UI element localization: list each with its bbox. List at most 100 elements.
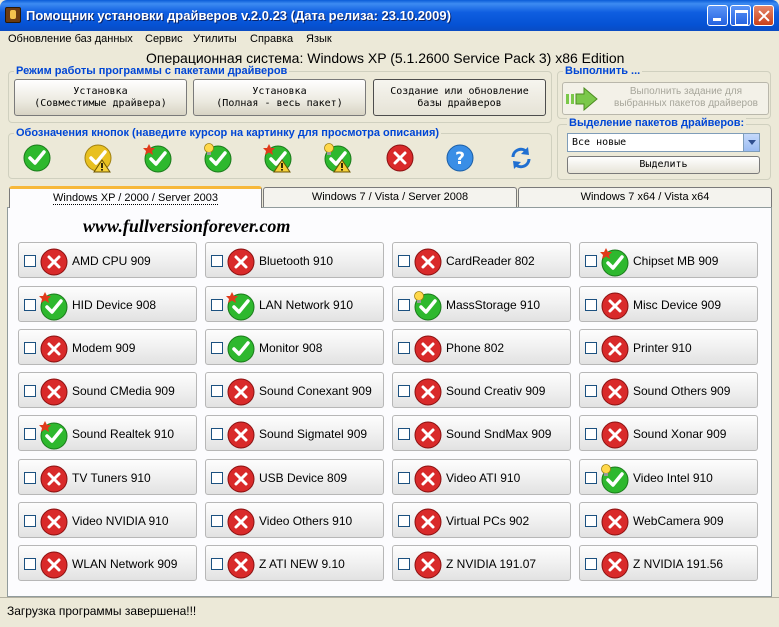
package-checkbox[interactable] — [211, 255, 223, 267]
package-checkbox[interactable] — [24, 299, 36, 311]
package-button[interactable]: WLAN Network 909 — [18, 545, 197, 581]
package-button[interactable]: MassStorage 910 — [392, 286, 571, 322]
package-button[interactable]: Bluetooth 910 — [205, 242, 384, 278]
package-checkbox[interactable] — [24, 428, 36, 440]
check-new-warning-icon[interactable] — [263, 143, 293, 173]
package-button[interactable]: Video ATI 910 — [392, 459, 571, 495]
check-bulb-icon[interactable] — [203, 143, 233, 173]
check-bulb-warning-icon[interactable] — [323, 143, 353, 173]
package-checkbox[interactable] — [24, 342, 36, 354]
package-checkbox[interactable] — [24, 515, 36, 527]
package-button[interactable]: CardReader 802 — [392, 242, 571, 278]
minimize-button[interactable] — [707, 5, 728, 26]
package-checkbox[interactable] — [398, 428, 410, 440]
package-button[interactable]: USB Device 809 — [205, 459, 384, 495]
tab-windows-7-x64[interactable]: Windows 7 x64 / Vista x64 — [518, 187, 772, 207]
package-checkbox[interactable] — [24, 385, 36, 397]
package-checkbox[interactable] — [211, 558, 223, 570]
package-checkbox[interactable] — [398, 342, 410, 354]
package-checkbox[interactable] — [585, 255, 597, 267]
package-checkbox[interactable] — [211, 515, 223, 527]
package-button[interactable]: Chipset MB 909 — [579, 242, 758, 278]
package-checkbox[interactable] — [585, 558, 597, 570]
package-checkbox[interactable] — [585, 299, 597, 311]
tab-windows-xp[interactable]: Windows XP / 2000 / Server 2003 — [9, 186, 262, 208]
mode-group-title: Режим работы программы с пакетами драйве… — [14, 65, 290, 77]
error-icon[interactable] — [385, 143, 415, 173]
package-checkbox[interactable] — [211, 385, 223, 397]
install-full-button[interactable]: Установка (Полная - весь пакет) — [193, 79, 366, 116]
error-icon — [40, 378, 68, 406]
package-label: TV Tuners 910 — [72, 471, 151, 485]
package-button[interactable]: Printer 910 — [579, 329, 758, 365]
package-button[interactable]: Misc Device 909 — [579, 286, 758, 322]
package-checkbox[interactable] — [585, 385, 597, 397]
package-checkbox[interactable] — [585, 342, 597, 354]
package-button[interactable]: HID Device 908 — [18, 286, 197, 322]
select-button[interactable]: Выделить — [567, 156, 760, 174]
package-checkbox[interactable] — [24, 558, 36, 570]
menu-utilities[interactable]: Утилиты — [193, 33, 237, 45]
package-button[interactable]: Z NVIDIA 191.56 — [579, 545, 758, 581]
package-checkbox[interactable] — [398, 515, 410, 527]
execute-button[interactable]: Выполнить задание для выбранных пакетов … — [562, 82, 769, 115]
package-checkbox[interactable] — [211, 472, 223, 484]
package-label: Sound Sigmatel 909 — [259, 427, 368, 441]
menu-help[interactable]: Справка — [250, 33, 293, 45]
package-button[interactable]: Modem 909 — [18, 329, 197, 365]
package-button[interactable]: Sound Xonar 909 — [579, 415, 758, 451]
package-checkbox[interactable] — [398, 385, 410, 397]
menu-update-db[interactable]: Обновление баз данных — [8, 33, 133, 45]
package-checkbox[interactable] — [211, 428, 223, 440]
package-button[interactable]: Sound Realtek 910 — [18, 415, 197, 451]
package-checkbox[interactable] — [585, 472, 597, 484]
title-bar[interactable]: Помощник установки драйверов v.2.0.23 (Д… — [0, 0, 779, 31]
install-compatible-button[interactable]: Установка (Совместимые драйвера) — [14, 79, 187, 116]
package-button[interactable]: LAN Network 910 — [205, 286, 384, 322]
tab-windows-7[interactable]: Windows 7 / Vista / Server 2008 — [263, 187, 517, 207]
package-button[interactable]: Phone 802 — [392, 329, 571, 365]
menu-language[interactable]: Язык — [306, 33, 332, 45]
help-icon[interactable]: ? — [445, 143, 475, 173]
package-checkbox[interactable] — [211, 342, 223, 354]
package-checkbox[interactable] — [585, 515, 597, 527]
close-button[interactable] — [753, 5, 774, 26]
package-button[interactable]: WebCamera 909 — [579, 502, 758, 538]
create-update-db-button[interactable]: Создание или обновление базы драйверов — [373, 79, 546, 116]
package-button[interactable]: Virtual PCs 902 — [392, 502, 571, 538]
refresh-icon[interactable] — [506, 143, 536, 173]
check-new-icon — [226, 292, 255, 321]
package-button[interactable]: Sound CMedia 909 — [18, 372, 197, 408]
svg-text:?: ? — [455, 149, 465, 169]
package-button[interactable]: Video Intel 910 — [579, 459, 758, 495]
check-warning-icon[interactable] — [83, 143, 113, 173]
package-checkbox[interactable] — [398, 255, 410, 267]
check-icon[interactable] — [22, 143, 52, 173]
package-checkbox[interactable] — [398, 558, 410, 570]
package-button[interactable]: AMD CPU 909 — [18, 242, 197, 278]
package-button[interactable]: Sound SndMax 909 — [392, 415, 571, 451]
package-button[interactable]: Sound Creativ 909 — [392, 372, 571, 408]
app-icon[interactable] — [5, 7, 21, 23]
package-checkbox[interactable] — [398, 299, 410, 311]
package-checkbox[interactable] — [24, 255, 36, 267]
package-button[interactable]: Sound Others 909 — [579, 372, 758, 408]
package-label: Bluetooth 910 — [259, 254, 334, 268]
package-checkbox[interactable] — [211, 299, 223, 311]
package-button[interactable]: Z ATI NEW 9.10 — [205, 545, 384, 581]
check-new-icon[interactable] — [143, 143, 173, 173]
package-button[interactable]: Sound Sigmatel 909 — [205, 415, 384, 451]
package-button[interactable]: Z NVIDIA 191.07 — [392, 545, 571, 581]
menu-service[interactable]: Сервис — [145, 33, 183, 45]
package-checkbox[interactable] — [585, 428, 597, 440]
selection-dropdown[interactable]: Все новые — [567, 133, 760, 152]
package-checkbox[interactable] — [398, 472, 410, 484]
package-button[interactable]: Video Others 910 — [205, 502, 384, 538]
maximize-button[interactable] — [730, 5, 751, 26]
package-checkbox[interactable] — [24, 472, 36, 484]
package-button[interactable]: Sound Conexant 909 — [205, 372, 384, 408]
package-button[interactable]: Video NVIDIA 910 — [18, 502, 197, 538]
package-button[interactable]: Monitor 908 — [205, 329, 384, 365]
chevron-down-icon[interactable] — [743, 134, 759, 151]
package-button[interactable]: TV Tuners 910 — [18, 459, 197, 495]
